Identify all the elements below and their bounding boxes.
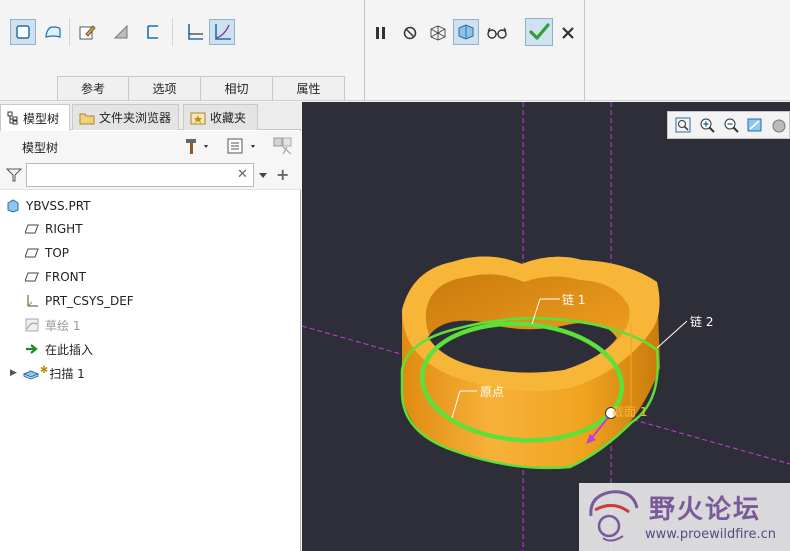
tab-properties[interactable]: 属性	[273, 76, 345, 100]
tab-references[interactable]: 参考	[57, 76, 129, 100]
dashboard-tabs: 参考 选项 相切 属性	[57, 76, 345, 100]
clear-search-icon[interactable]: ✕	[237, 167, 248, 182]
favorites-icon	[190, 111, 206, 125]
new-feature-star-icon: ✱	[39, 364, 49, 376]
tree-item-csys[interactable]: PRT_CSYS_DEF	[24, 290, 134, 312]
tree-item-front[interactable]: FRONT	[24, 266, 86, 288]
search-dropdown-icon[interactable]	[258, 169, 268, 183]
watermark: 野火论坛 www.proewildfire.cn	[579, 483, 790, 551]
show-list-icon[interactable]	[226, 137, 260, 158]
watermark-title: 野火论坛	[649, 495, 762, 525]
ok-check-icon[interactable]	[525, 18, 553, 46]
search-input[interactable]	[26, 163, 254, 187]
search-row: ✕ +	[0, 160, 301, 190]
tree-item-top[interactable]: TOP	[24, 242, 69, 264]
tab-tangency[interactable]: 相切	[201, 76, 273, 100]
origin-label[interactable]: 原点	[480, 383, 504, 400]
sweep-icon	[22, 365, 39, 381]
view-toolbar	[667, 111, 790, 139]
part-icon	[5, 198, 21, 214]
watermark-url: www.proewildfire.cn	[645, 527, 776, 542]
display-style-icon[interactable]	[769, 114, 789, 136]
wireframe-preview-icon[interactable]	[425, 20, 451, 46]
remove-material-icon[interactable]	[108, 19, 134, 45]
sketch-icon	[24, 317, 40, 333]
app-window: 参考 选项 相切 属性 模型树 文件夹浏览器 收藏夹 模型树 ✕ + YBVSS…	[0, 0, 790, 551]
tree-item-right[interactable]: RIGHT	[24, 218, 83, 240]
datum-plane-icon	[24, 269, 40, 285]
surface-icon[interactable]	[40, 19, 66, 45]
model-tree-header: 模型树	[0, 131, 301, 160]
navigator-tabs: 模型树 文件夹浏览器 收藏夹	[0, 102, 301, 131]
verify-glasses-icon[interactable]	[484, 20, 510, 46]
refit-icon[interactable]	[673, 114, 693, 136]
repaint-icon[interactable]	[745, 114, 765, 136]
tab-folder-browser[interactable]: 文件夹浏览器	[72, 104, 179, 130]
tree-item-sweep[interactable]: ▶ ✱ 扫描 1	[10, 362, 85, 384]
expand-arrow-icon[interactable]: ▶	[10, 368, 17, 378]
settings-hammer-icon[interactable]	[184, 137, 212, 158]
navigator-panel: 模型树 文件夹浏览器 收藏夹 模型树 ✕ + YBVSS.PRT RIGHT T…	[0, 102, 301, 551]
tree-item-insert-here[interactable]: 在此插入	[24, 338, 93, 360]
pause-icon[interactable]	[368, 20, 394, 46]
thicken-icon[interactable]	[140, 19, 166, 45]
tree-filters-icon[interactable]	[273, 137, 293, 158]
chain-1-label[interactable]: 链 1	[562, 291, 585, 308]
tree-item-sketch[interactable]: 草绘 1	[24, 314, 80, 336]
chain-2-label[interactable]: 链 2	[690, 313, 713, 330]
shaded-preview-icon[interactable]	[453, 19, 479, 45]
add-filter-icon[interactable]: +	[276, 165, 289, 184]
tree-item-part[interactable]: YBVSS.PRT	[5, 195, 90, 217]
tab-model-tree[interactable]: 模型树	[0, 104, 70, 131]
zoom-in-icon[interactable]	[697, 114, 717, 136]
forum-logo-icon	[589, 490, 639, 542]
model-tree-title: 模型树	[22, 141, 59, 155]
constant-section-icon[interactable]	[181, 19, 207, 45]
folder-icon	[79, 111, 95, 125]
graphics-viewport[interactable]: 链 1 链 2 原点 截面 1 野火论坛 www.proewildfire.cn	[302, 102, 790, 551]
insert-arrow-icon	[24, 341, 40, 357]
no-preview-icon[interactable]	[397, 20, 423, 46]
cancel-x-icon[interactable]	[555, 20, 581, 46]
datum-plane-icon	[24, 221, 40, 237]
zoom-out-icon[interactable]	[721, 114, 741, 136]
datum-plane-icon	[24, 245, 40, 261]
sweep-dashboard: 参考 选项 相切 属性	[0, 0, 790, 101]
section-1-label[interactable]: 截面 1	[612, 403, 647, 420]
model-tree-icon	[7, 111, 19, 125]
variable-section-icon[interactable]	[209, 19, 235, 45]
tab-favorites[interactable]: 收藏夹	[183, 104, 258, 130]
csys-icon	[24, 293, 40, 309]
edit-sketch-icon[interactable]	[74, 19, 100, 45]
filter-funnel-icon[interactable]	[5, 168, 23, 185]
tab-options[interactable]: 选项	[129, 76, 201, 100]
solid-icon[interactable]	[10, 19, 36, 45]
